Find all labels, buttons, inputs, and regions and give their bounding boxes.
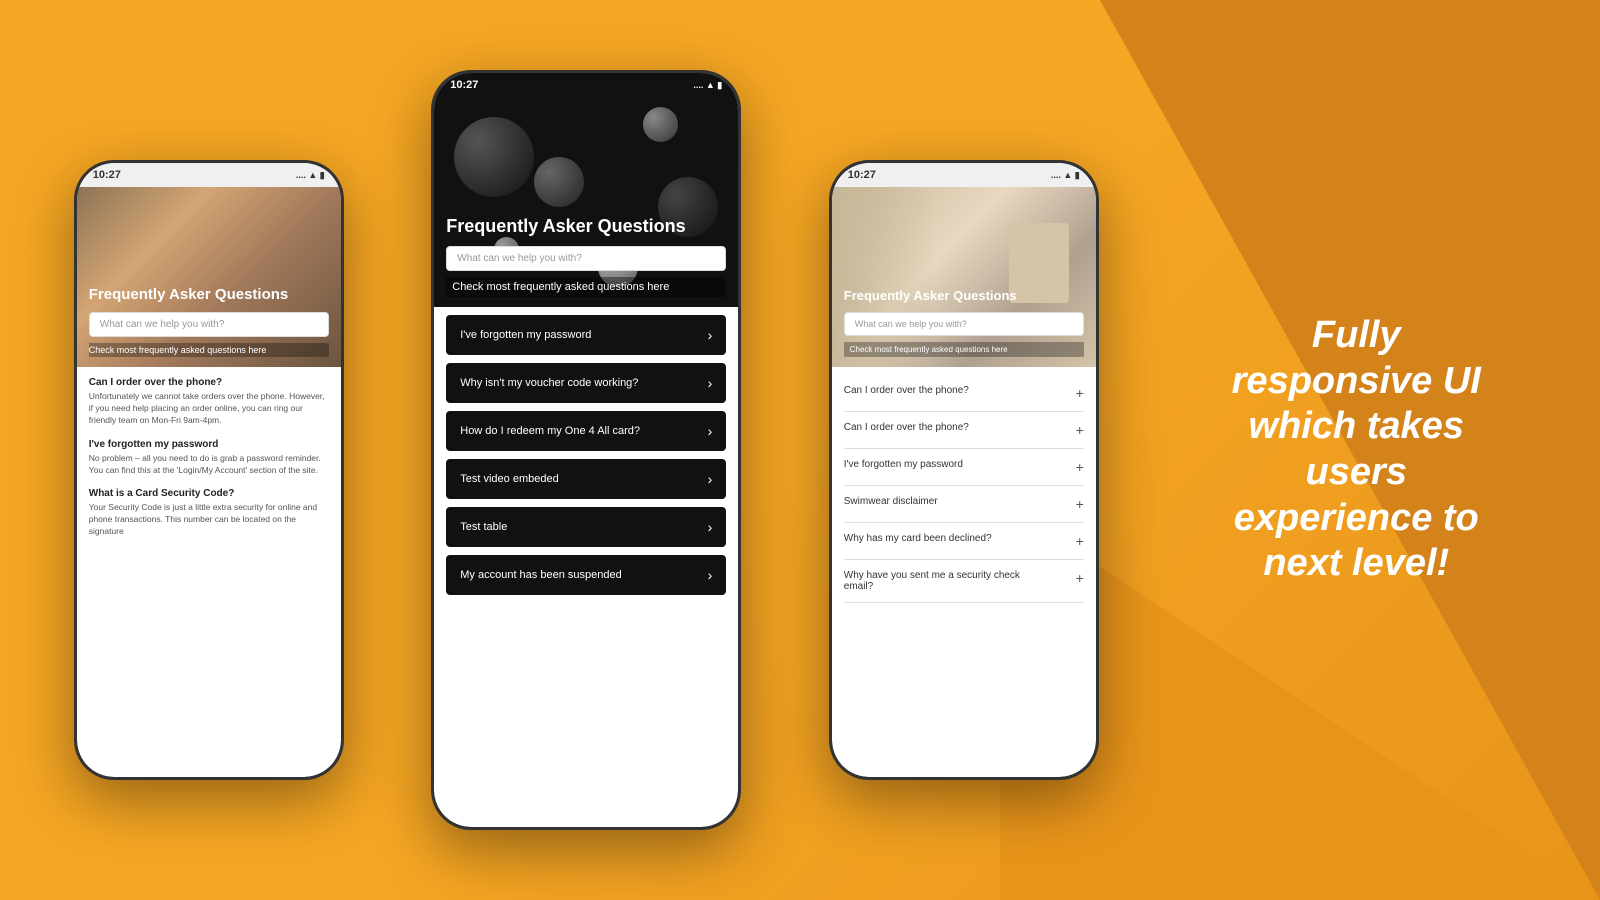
promo-line5: experience to: [1234, 497, 1479, 539]
hero-img-right: Frequently Asker Questions What can we h…: [832, 187, 1096, 367]
hero-left: Frequently Asker Questions What can we h…: [77, 187, 341, 367]
faq-label-center-1: Why isn't my voucher code working?: [460, 377, 638, 389]
hero-img-center: Frequently Asker Questions What can we h…: [434, 97, 738, 307]
plus-icon-5: +: [1076, 570, 1084, 586]
hero-search-left[interactable]: What can we help you with?: [89, 312, 329, 337]
hero-content-left: Frequently Asker Questions What can we h…: [77, 187, 341, 367]
faq-label-center-4: Test table: [460, 521, 507, 533]
faq-acc-item-4[interactable]: Why has my card been declined? +: [844, 523, 1084, 560]
hero-title-left: Frequently Asker Questions: [89, 286, 329, 304]
faq-a-left-0: Unfortunately we cannot take orders over…: [89, 391, 329, 427]
faq-label-center-2: How do I redeem my One 4 All card?: [460, 425, 640, 437]
faq-label-center-5: My account has been suspended: [460, 569, 621, 581]
phone-left: 10:27 .... ▲ ▮ Frequently Asker Question…: [74, 160, 344, 780]
status-icons-center: .... ▲ ▮: [693, 80, 722, 91]
phone-left-screen: 10:27 .... ▲ ▮ Frequently Asker Question…: [77, 163, 341, 777]
time-right: 10:27: [848, 169, 876, 181]
plus-icon-4: +: [1076, 533, 1084, 549]
phone-right: 10:27 .... ▲ ▮ Frequently Asker Question…: [829, 160, 1099, 780]
faq-q-left-1: I've forgotten my password: [89, 439, 329, 450]
faq-item-center-1[interactable]: Why isn't my voucher code working? ›: [446, 363, 726, 403]
hero-title-center: Frequently Asker Questions: [446, 216, 726, 238]
status-bar-left: 10:27 .... ▲ ▮: [77, 163, 341, 187]
faq-q-left-2: What is a Card Security Code?: [89, 488, 329, 499]
promo-line6: next level!: [1263, 542, 1449, 584]
phone-right-screen: 10:27 .... ▲ ▮ Frequently Asker Question…: [832, 163, 1096, 777]
faq-acc-q-0: Can I order over the phone?: [844, 385, 969, 396]
status-bar-right: 10:27 .... ▲ ▮: [832, 163, 1096, 187]
hero-link-right[interactable]: Check most frequently asked questions he…: [844, 342, 1084, 357]
plus-icon-2: +: [1076, 459, 1084, 475]
time-center: 10:27: [450, 79, 478, 91]
hero-search-right[interactable]: What can we help you with?: [844, 312, 1084, 336]
promo-line1: Fully: [1312, 314, 1401, 356]
phone-center: 10:27 .... ▲ ▮ Frequently A: [431, 70, 741, 830]
faq-a-left-1: No problem – all you need to do is grab …: [89, 453, 329, 477]
arrow-icon-1: ›: [708, 375, 713, 391]
arrow-icon-0: ›: [708, 327, 713, 343]
faq-item-center-2[interactable]: How do I redeem my One 4 All card? ›: [446, 411, 726, 451]
faq-item-center-5[interactable]: My account has been suspended ›: [446, 555, 726, 595]
hero-link-left[interactable]: Check most frequently asked questions he…: [89, 343, 329, 357]
faq-item-left-1: I've forgotten my password No problem – …: [89, 439, 329, 477]
faq-label-center-0: I've forgotten my password: [460, 329, 591, 341]
hero-link-center[interactable]: Check most frequently asked questions he…: [446, 277, 726, 297]
status-icons-left: .... ▲ ▮: [296, 170, 325, 181]
promo-line2: responsive UI: [1232, 360, 1481, 402]
faq-q-left-0: Can I order over the phone?: [89, 377, 329, 388]
arrow-icon-2: ›: [708, 423, 713, 439]
arrow-icon-5: ›: [708, 567, 713, 583]
faq-list-center: I've forgotten my password › Why isn't m…: [434, 307, 738, 611]
hero-center: Frequently Asker Questions What can we h…: [434, 97, 738, 307]
faq-acc-item-2[interactable]: I've forgotten my password +: [844, 449, 1084, 486]
faq-acc-q-5: Why have you sent me a security check em…: [844, 570, 1024, 592]
faq-item-left-2: What is a Card Security Code? Your Secur…: [89, 488, 329, 538]
faq-list-right: Can I order over the phone? + Can I orde…: [832, 367, 1096, 611]
faq-list-left: Can I order over the phone? Unfortunatel…: [77, 367, 341, 560]
plus-icon-3: +: [1076, 496, 1084, 512]
faq-acc-item-3[interactable]: Swimwear disclaimer +: [844, 486, 1084, 523]
time-left: 10:27: [93, 169, 121, 181]
faq-acc-q-1: Can I order over the phone?: [844, 422, 969, 433]
faq-acc-q-2: I've forgotten my password: [844, 459, 963, 470]
phone-center-screen: 10:27 .... ▲ ▮ Frequently A: [434, 73, 738, 827]
faq-acc-q-4: Why has my card been declined?: [844, 533, 992, 544]
faq-acc-item-1[interactable]: Can I order over the phone? +: [844, 412, 1084, 449]
main-content: 10:27 .... ▲ ▮ Frequently Asker Question…: [0, 0, 1600, 900]
hero-img-left: Frequently Asker Questions What can we h…: [77, 187, 341, 367]
status-icons-right: .... ▲ ▮: [1051, 170, 1080, 181]
faq-acc-item-0[interactable]: Can I order over the phone? +: [844, 375, 1084, 412]
promo-panel: Fully responsive UI which takes users ex…: [1186, 293, 1526, 607]
promo-line3: which takes: [1249, 405, 1464, 447]
promo-text-content: Fully responsive UI which takes users ex…: [1206, 313, 1506, 587]
hero-content-right: Frequently Asker Questions What can we h…: [832, 187, 1096, 367]
arrow-icon-4: ›: [708, 519, 713, 535]
faq-item-center-0[interactable]: I've forgotten my password ›: [446, 315, 726, 355]
faq-label-center-3: Test video embeded: [460, 473, 558, 485]
status-bar-center: 10:27 .... ▲ ▮: [434, 73, 738, 97]
faq-item-left-0: Can I order over the phone? Unfortunatel…: [89, 377, 329, 427]
hero-title-right: Frequently Asker Questions: [844, 288, 1084, 304]
plus-icon-0: +: [1076, 385, 1084, 401]
hero-content-center: Frequently Asker Questions What can we h…: [434, 97, 738, 307]
promo-line4: users: [1306, 451, 1407, 493]
faq-acc-q-3: Swimwear disclaimer: [844, 496, 938, 507]
hero-right: Frequently Asker Questions What can we h…: [832, 187, 1096, 367]
faq-item-center-4[interactable]: Test table ›: [446, 507, 726, 547]
hero-search-center[interactable]: What can we help you with?: [446, 246, 726, 271]
faq-acc-item-5[interactable]: Why have you sent me a security check em…: [844, 560, 1084, 603]
faq-a-left-2: Your Security Code is just a little extr…: [89, 502, 329, 538]
faq-item-center-3[interactable]: Test video embeded ›: [446, 459, 726, 499]
arrow-icon-3: ›: [708, 471, 713, 487]
plus-icon-1: +: [1076, 422, 1084, 438]
